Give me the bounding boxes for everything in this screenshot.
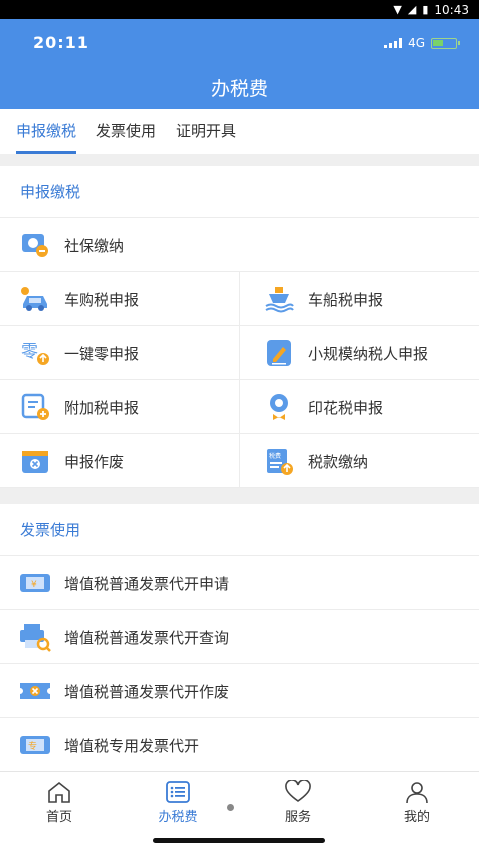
nav-label: 首页 <box>45 810 72 825</box>
network-type: 4G <box>408 36 425 50</box>
list-row: 申报作废 税费 税款缴纳 <box>0 434 479 488</box>
item-invoice-apply[interactable]: ¥ 增值税普通发票代开申请 <box>0 556 479 610</box>
list-row: 增值税普通发票代开查询 <box>0 610 479 664</box>
cell-signal-icon <box>384 38 403 48</box>
nav-label: 我的 <box>403 810 430 825</box>
list-row: 零 一键零申报 小规模纳税人申报 <box>0 326 479 380</box>
status-time: 20:11 <box>33 33 89 52</box>
status-indicators: 4G <box>384 36 460 50</box>
category-tabs: 申报缴税 发票使用 证明开具 <box>0 109 479 154</box>
section-title-invoice: 发票使用 <box>0 504 479 556</box>
item-label: 车购税申报 <box>64 290 140 309</box>
item-surtax-declare[interactable]: 附加税申报 <box>0 380 239 434</box>
section-title-declare: 申报缴税 <box>0 166 479 218</box>
item-label: 一键零申报 <box>64 344 140 363</box>
item-label: 附加税申报 <box>64 398 140 417</box>
item-label: 增值税普通发票代开查询 <box>64 628 230 647</box>
invoice-apply-icon: ¥ <box>18 566 52 600</box>
list-row: 附加税申报 印花税申报 <box>0 380 479 434</box>
item-label: 社保缴纳 <box>64 236 125 255</box>
list-row: 社保缴纳 <box>0 218 479 272</box>
item-void-declare[interactable]: 申报作废 <box>0 434 239 488</box>
special-invoice-icon: 专 <box>18 728 52 762</box>
item-car-purchase-tax[interactable]: 车购税申报 <box>0 272 239 326</box>
nav-mine[interactable]: 我的 <box>372 780 462 825</box>
svg-text:专: 专 <box>28 740 37 752</box>
tab-declare[interactable]: 申报缴税 <box>16 109 77 154</box>
svg-text:¥: ¥ <box>31 580 37 590</box>
battery-icon: ▮ <box>422 3 429 16</box>
ship-icon <box>262 282 296 316</box>
nav-label: 服务 <box>284 810 311 825</box>
section-divider <box>0 154 479 166</box>
nav-service[interactable]: 服务 <box>253 780 343 825</box>
svg-text:税费: 税费 <box>269 452 281 460</box>
home-icon <box>14 780 104 806</box>
list-row: 增值税普通发票代开作废 <box>0 664 479 718</box>
social-security-icon <box>18 228 52 262</box>
item-label: 小规模纳税人申报 <box>308 344 429 363</box>
system-status-bar: ▼ ◢ ▮ 10:43 <box>0 0 479 19</box>
invoice-void-icon <box>18 674 52 708</box>
car-icon <box>18 282 52 316</box>
nav-tax[interactable]: 办税费 <box>133 780 223 825</box>
tax-payment-icon: 税费 <box>262 444 296 478</box>
add-form-icon <box>18 390 52 424</box>
page-title: 办税费 <box>210 78 268 100</box>
user-icon <box>372 780 462 806</box>
list-row: 车购税申报 车船税申报 <box>0 272 479 326</box>
zero-declare-icon: 零 <box>18 336 52 370</box>
invoice-query-icon <box>18 620 52 654</box>
item-label: 增值税普通发票代开作废 <box>64 682 230 701</box>
tab-certificate[interactable]: 证明开具 <box>176 109 236 154</box>
item-social-security[interactable]: 社保缴纳 <box>0 218 479 272</box>
stamp-icon <box>262 390 296 424</box>
item-small-scale-declare[interactable]: 小规模纳税人申报 <box>239 326 479 380</box>
item-zero-declare[interactable]: 零 一键零申报 <box>0 326 239 380</box>
home-indicator[interactable] <box>153 838 325 843</box>
app-header: 20:11 4G 办税费 <box>0 19 479 109</box>
heart-icon <box>253 780 343 806</box>
edit-document-icon <box>262 336 296 370</box>
tab-invoice[interactable]: 发票使用 <box>96 109 156 154</box>
list-row: ¥ 增值税普通发票代开申请 <box>0 556 479 610</box>
item-label: 增值税专用发票代开 <box>64 736 200 755</box>
void-declare-icon <box>18 444 52 478</box>
item-invoice-void[interactable]: 增值税普通发票代开作废 <box>0 664 479 718</box>
item-label: 车船税申报 <box>308 290 384 309</box>
system-time: 10:43 <box>434 2 469 17</box>
list-icon <box>133 780 223 806</box>
signal-icon: ◢ <box>407 3 417 16</box>
item-label: 税款缴纳 <box>308 452 369 471</box>
nav-home[interactable]: 首页 <box>14 780 104 825</box>
assistive-dot <box>227 804 234 811</box>
section-divider <box>0 488 479 504</box>
item-invoice-query[interactable]: 增值税普通发票代开查询 <box>0 610 479 664</box>
item-label: 申报作废 <box>64 452 125 471</box>
item-vessel-tax[interactable]: 车船税申报 <box>239 272 479 326</box>
item-special-invoice[interactable]: 专 增值税专用发票代开 <box>0 718 479 772</box>
battery-charging-icon <box>431 37 460 49</box>
item-label: 增值税普通发票代开申请 <box>64 574 230 593</box>
item-stamp-tax-declare[interactable]: 印花税申报 <box>239 380 479 434</box>
item-tax-payment[interactable]: 税费 税款缴纳 <box>239 434 479 488</box>
nav-label: 办税费 <box>158 810 198 825</box>
item-label: 印花税申报 <box>308 398 384 417</box>
wifi-icon: ▼ <box>393 3 402 16</box>
svg-text:零: 零 <box>21 342 38 362</box>
list-row: 专 增值税专用发票代开 <box>0 718 479 772</box>
